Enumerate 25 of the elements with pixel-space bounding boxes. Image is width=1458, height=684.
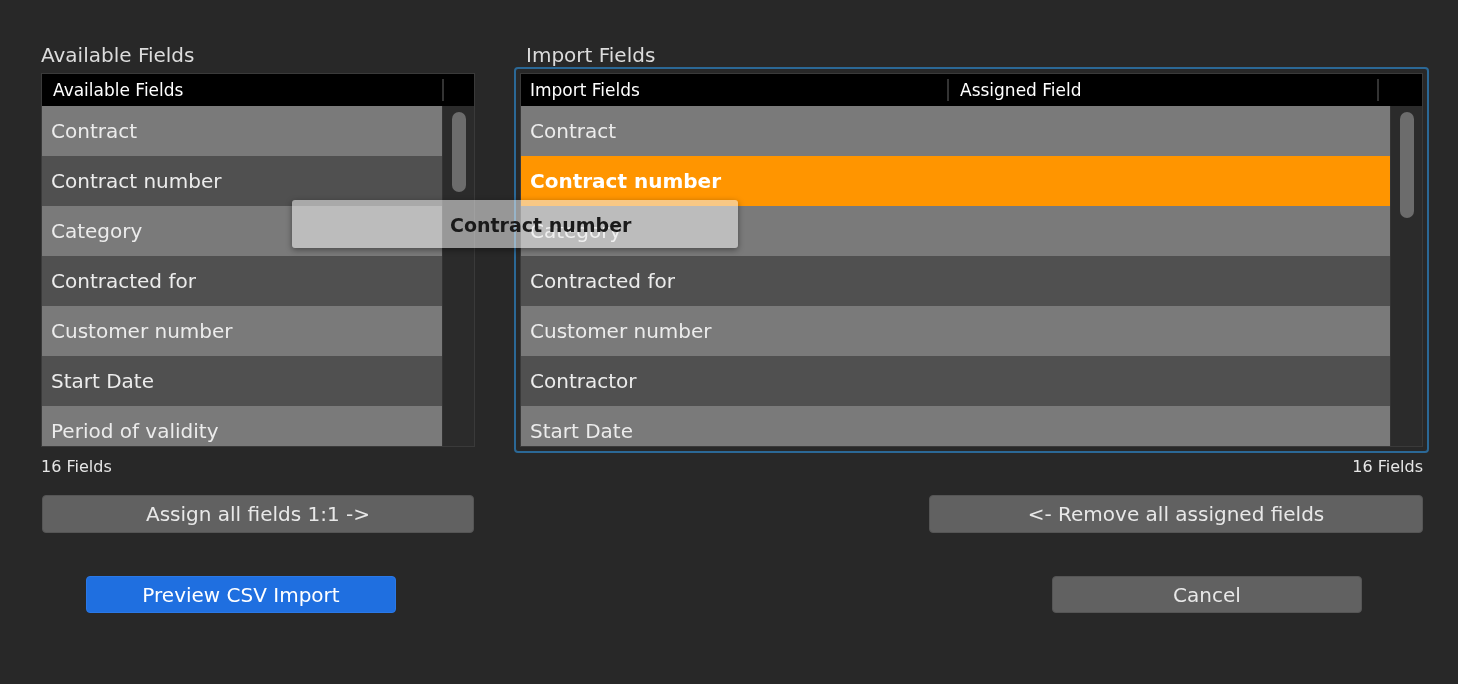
list-row[interactable]: Contract number [42, 156, 442, 206]
list-row[interactable]: Contract [42, 106, 442, 156]
column-header[interactable]: Assigned Field [949, 79, 1379, 101]
list-row[interactable]: Start Date [42, 356, 442, 406]
list-row[interactable]: Contract [521, 106, 1390, 156]
column-header[interactable]: Import Fields [521, 79, 949, 101]
preview-button[interactable]: Preview CSV Import [86, 576, 396, 613]
field-count: 16 Fields [1352, 457, 1423, 478]
list-row[interactable]: Customer number [42, 306, 442, 356]
list-row[interactable]: Customer number [521, 306, 1390, 356]
assign-button[interactable]: Assign all fields 1:1 -> [42, 495, 474, 533]
column-header[interactable]: Available Fields [42, 79, 444, 101]
list-row[interactable]: Contracted for [521, 256, 1390, 306]
panel-title: Import Fields [525, 42, 657, 69]
field-count: 16 Fields [41, 457, 112, 478]
list-row[interactable]: Start Date [521, 406, 1390, 446]
panel-title: Available Fields [41, 42, 196, 69]
scrollbar-thumb[interactable] [451, 112, 466, 192]
list-row[interactable]: Period of validity [42, 406, 442, 446]
list-row[interactable]: Contractor [521, 356, 1390, 406]
scrollbar-thumb[interactable] [1399, 112, 1414, 218]
list-row[interactable]: Category [42, 206, 442, 256]
remove-button[interactable]: <- Remove all assigned fields [929, 495, 1423, 533]
list-row[interactable]: Contracted for [42, 256, 442, 306]
cancel-button[interactable]: Cancel [1052, 576, 1362, 613]
